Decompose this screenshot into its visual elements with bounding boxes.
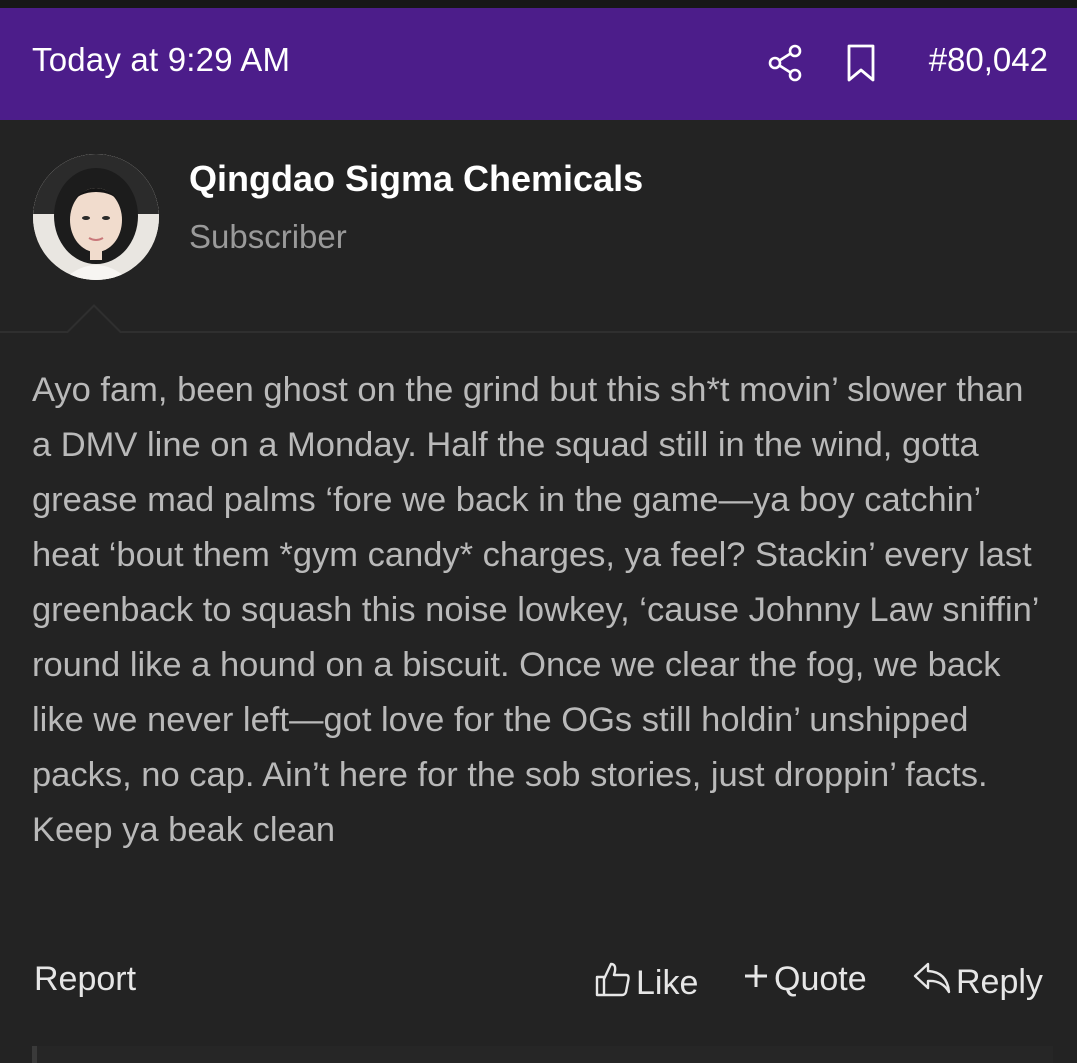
report-link[interactable]: Report [34, 960, 136, 999]
like-button[interactable]: Like [594, 960, 698, 1007]
author-name[interactable]: Qingdao Sigma Chemicals [189, 158, 643, 200]
post-timestamp[interactable]: Today at 9:29 AM [32, 41, 290, 79]
post-header: Today at 9:29 AM #80,042 [0, 8, 1077, 120]
quick-reply-box[interactable] [32, 1046, 1053, 1063]
quote-label: Quote [774, 960, 867, 998]
post-number[interactable]: #80,042 [929, 41, 1048, 79]
header-divider [0, 331, 1077, 333]
reply-label: Reply [956, 963, 1043, 1001]
author-role: Subscriber [189, 218, 347, 255]
top-strip [0, 0, 1077, 8]
reply-button[interactable]: Reply [912, 960, 1043, 1005]
avatar[interactable] [33, 154, 159, 280]
share-icon[interactable] [766, 43, 806, 83]
author-block: Qingdao Sigma Chemicals Subscriber [0, 120, 1077, 332]
thumbs-up-icon [594, 960, 636, 1007]
plus-icon [742, 960, 774, 999]
post-actions: Report Like Quote Reply [0, 940, 1077, 1020]
bookmark-icon[interactable] [845, 43, 877, 83]
post-body: Ayo fam, been ghost on the grind but thi… [32, 371, 1039, 849]
quote-button[interactable]: Quote [742, 960, 867, 999]
like-label: Like [636, 964, 699, 1002]
reply-icon [912, 960, 956, 1005]
